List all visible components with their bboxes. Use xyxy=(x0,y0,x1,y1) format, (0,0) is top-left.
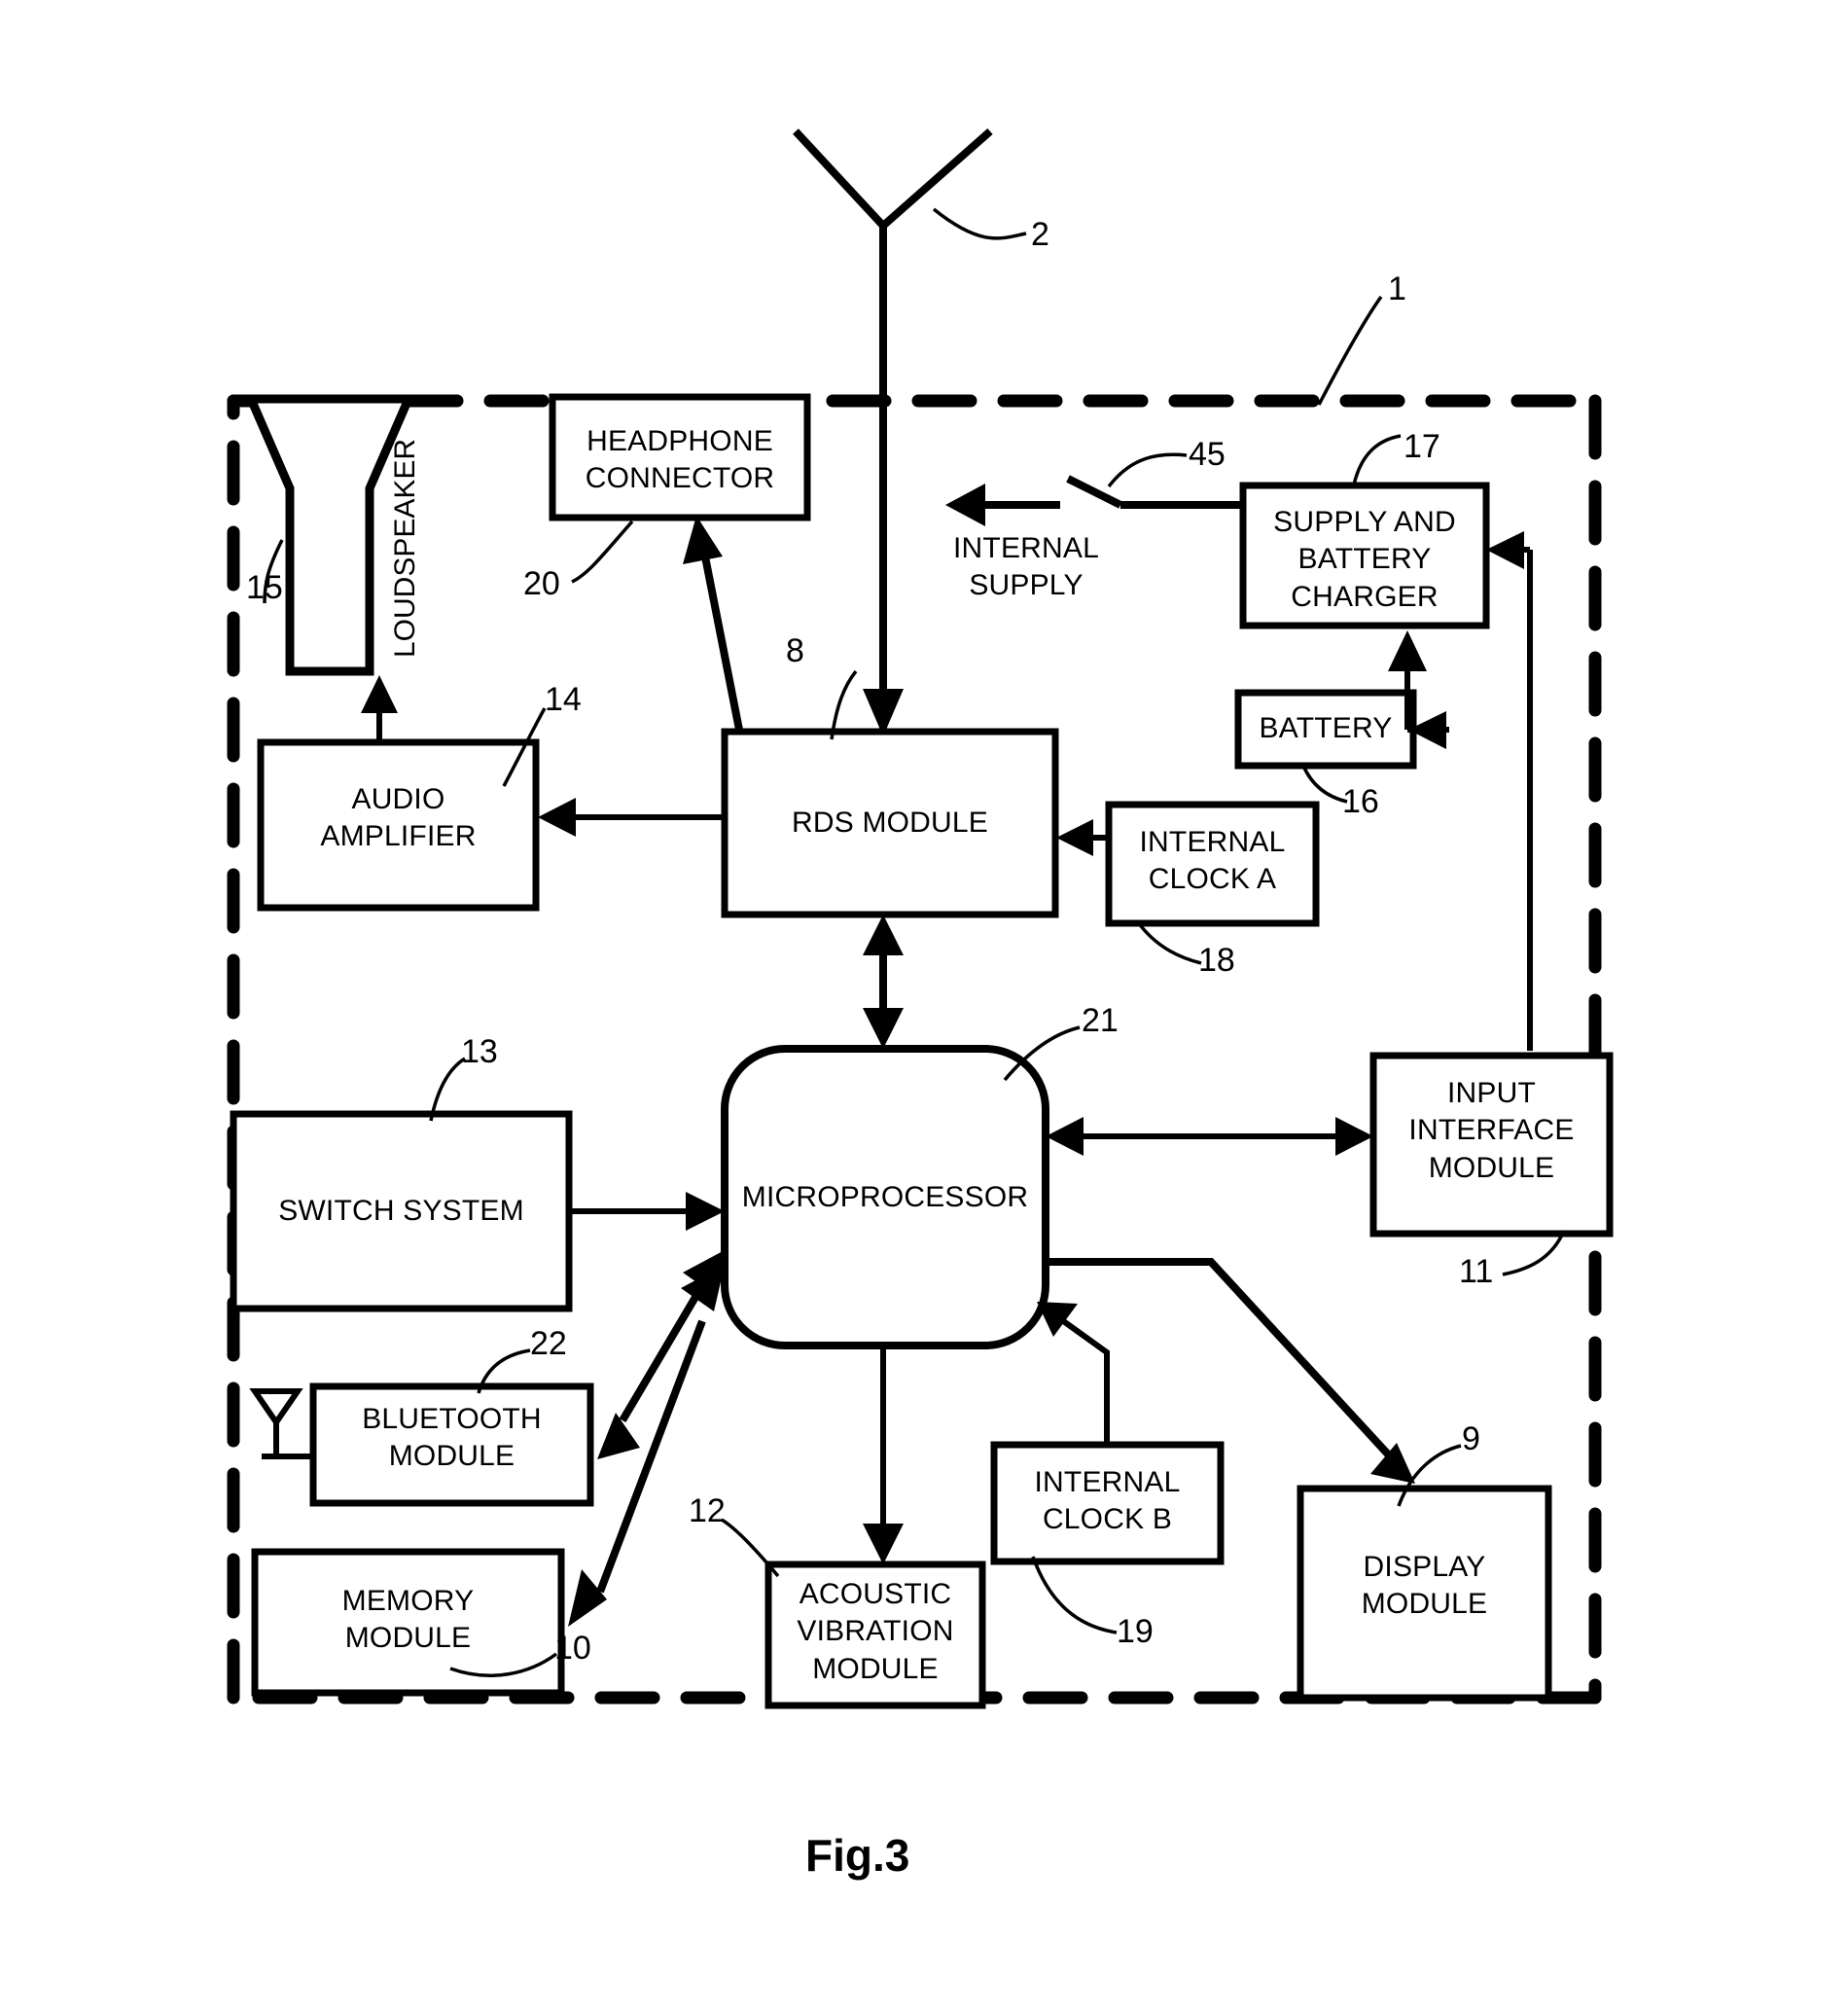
ref-lead-2 xyxy=(932,207,1027,240)
block-display-module xyxy=(1297,1485,1552,1702)
ref-numeral-14: 14 xyxy=(545,681,582,718)
block-headphone-connector xyxy=(549,393,811,521)
ref-numeral-13: 13 xyxy=(461,1033,498,1070)
block-internal-clock-a xyxy=(1105,801,1320,927)
block-label-loudspeaker: LOUDSPEAKER xyxy=(389,438,421,658)
ref-numeral-11: 11 xyxy=(1459,1253,1494,1290)
wire-rds-microprocessor-bidirectional xyxy=(863,915,904,1049)
block-switch-system xyxy=(230,1110,573,1312)
loudspeaker-symbol xyxy=(244,394,415,676)
switch-45-symbol xyxy=(1066,475,1243,509)
ref-lead-17 xyxy=(1352,434,1402,485)
ref-numeral-20: 20 xyxy=(523,565,560,602)
wire-microprocessor-input-interface-bidirectional xyxy=(1046,1117,1373,1156)
wire-switch-system-to-microprocessor xyxy=(569,1192,725,1231)
block-battery xyxy=(1234,689,1417,770)
wire-internal-supply-arrow xyxy=(945,484,1060,526)
bluetooth-antenna-icon xyxy=(249,1388,313,1459)
block-microprocessor xyxy=(721,1045,1049,1349)
block-audio-amplifier xyxy=(257,738,540,912)
ref-numeral-18: 18 xyxy=(1198,942,1235,979)
ref-numeral-21: 21 xyxy=(1082,1002,1119,1039)
patent-figure-canvas: LOUDSPEAKER HEADPHONE CONNECTOR AUDIO AM… xyxy=(0,0,1848,2010)
block-rds-module xyxy=(721,728,1059,918)
wire-clock-a-to-rds xyxy=(1056,819,1109,856)
ref-numeral-8: 8 xyxy=(786,632,804,669)
ref-numeral-22: 22 xyxy=(530,1325,567,1362)
wire-rds-to-headphone xyxy=(683,516,743,731)
wire-input-interface-to-supply xyxy=(1486,531,1533,1051)
ref-lead-18 xyxy=(1136,920,1202,965)
wire-audio-amp-to-loudspeaker xyxy=(361,675,398,742)
ref-lead-45 xyxy=(1107,452,1188,488)
ref-lead-19 xyxy=(1031,1556,1118,1634)
ref-numeral-1: 1 xyxy=(1388,270,1406,307)
ref-numeral-10: 10 xyxy=(554,1630,591,1667)
block-acoustic-vibration-module xyxy=(764,1561,986,1709)
wire-microprocessor-to-acoustic xyxy=(863,1346,904,1564)
ref-lead-11 xyxy=(1502,1230,1566,1276)
ref-numeral-16: 16 xyxy=(1342,783,1379,820)
antenna-symbol xyxy=(793,127,993,732)
ref-lead-16 xyxy=(1301,765,1348,804)
ref-numeral-15: 15 xyxy=(246,569,283,606)
ref-numeral-2: 2 xyxy=(1031,216,1049,253)
wire-clock-b-to-microprocessor xyxy=(1037,1302,1110,1445)
wire-antenna-to-rds xyxy=(863,584,904,736)
ref-numeral-17: 17 xyxy=(1404,428,1440,465)
ref-numeral-12: 12 xyxy=(689,1492,726,1529)
ref-numeral-45: 45 xyxy=(1189,436,1226,473)
ref-numeral-9: 9 xyxy=(1462,1420,1480,1457)
ref-lead-20 xyxy=(571,520,634,584)
block-bluetooth-module xyxy=(309,1382,594,1507)
ref-lead-12 xyxy=(721,1518,780,1578)
figure-caption: Fig.3 xyxy=(805,1830,910,1881)
block-input-interface-module xyxy=(1369,1052,1614,1238)
diagram-vector-layer xyxy=(227,127,1614,1709)
block-internal-clock-b xyxy=(990,1441,1225,1565)
block-supply-battery-charger xyxy=(1239,482,1490,629)
ref-lead-1 xyxy=(1317,295,1383,406)
wire-rds-to-audio-amp xyxy=(538,798,725,837)
ref-numeral-19: 19 xyxy=(1117,1613,1154,1650)
